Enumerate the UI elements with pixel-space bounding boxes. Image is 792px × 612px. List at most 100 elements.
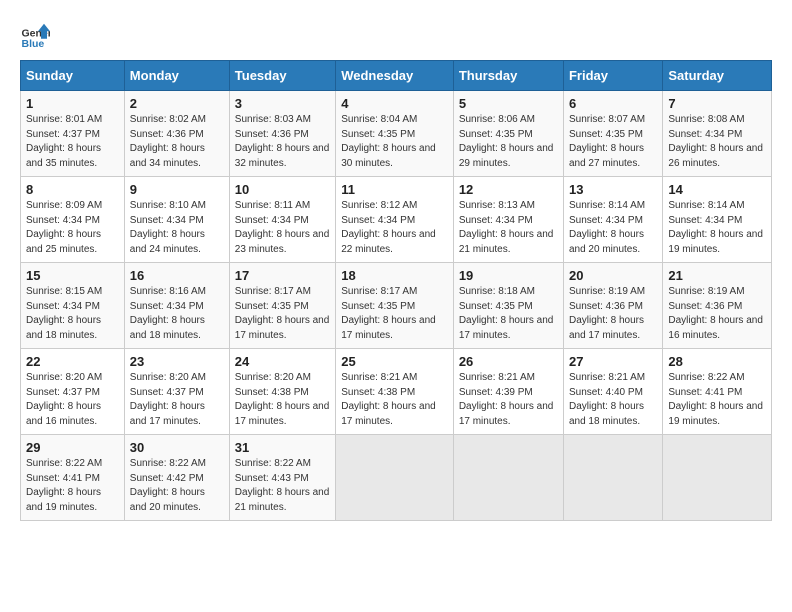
- calendar-cell: 11 Sunrise: 8:12 AMSunset: 4:34 PMDaylig…: [336, 177, 454, 263]
- day-number: 21: [668, 268, 766, 283]
- calendar-cell: 14 Sunrise: 8:14 AMSunset: 4:34 PMDaylig…: [663, 177, 772, 263]
- col-header-wednesday: Wednesday: [336, 61, 454, 91]
- day-number: 22: [26, 354, 119, 369]
- day-info: Sunrise: 8:22 AMSunset: 4:41 PMDaylight:…: [668, 372, 763, 427]
- calendar-cell: 26 Sunrise: 8:21 AMSunset: 4:39 PMDaylig…: [453, 349, 563, 435]
- day-number: 28: [668, 354, 766, 369]
- day-info: Sunrise: 8:15 AMSunset: 4:34 PMDaylight:…: [26, 286, 102, 341]
- day-number: 10: [235, 182, 330, 197]
- day-number: 3: [235, 96, 330, 111]
- calendar-cell: 3 Sunrise: 8:03 AMSunset: 4:36 PMDayligh…: [229, 91, 335, 177]
- day-number: 12: [459, 182, 558, 197]
- calendar-cell: 15 Sunrise: 8:15 AMSunset: 4:34 PMDaylig…: [21, 263, 125, 349]
- calendar-header-row: SundayMondayTuesdayWednesdayThursdayFrid…: [21, 61, 772, 91]
- day-info: Sunrise: 8:04 AMSunset: 4:35 PMDaylight:…: [341, 114, 436, 169]
- day-info: Sunrise: 8:16 AMSunset: 4:34 PMDaylight:…: [130, 286, 206, 341]
- calendar-cell: 2 Sunrise: 8:02 AMSunset: 4:36 PMDayligh…: [124, 91, 229, 177]
- day-info: Sunrise: 8:14 AMSunset: 4:34 PMDaylight:…: [668, 200, 763, 255]
- day-info: Sunrise: 8:03 AMSunset: 4:36 PMDaylight:…: [235, 114, 330, 169]
- day-info: Sunrise: 8:20 AMSunset: 4:38 PMDaylight:…: [235, 372, 330, 427]
- calendar-cell: 20 Sunrise: 8:19 AMSunset: 4:36 PMDaylig…: [563, 263, 662, 349]
- day-number: 20: [569, 268, 657, 283]
- day-number: 9: [130, 182, 224, 197]
- calendar-cell: [336, 435, 454, 521]
- calendar-cell: 30 Sunrise: 8:22 AMSunset: 4:42 PMDaylig…: [124, 435, 229, 521]
- day-number: 27: [569, 354, 657, 369]
- col-header-saturday: Saturday: [663, 61, 772, 91]
- calendar-cell: 24 Sunrise: 8:20 AMSunset: 4:38 PMDaylig…: [229, 349, 335, 435]
- calendar-cell: 10 Sunrise: 8:11 AMSunset: 4:34 PMDaylig…: [229, 177, 335, 263]
- day-number: 8: [26, 182, 119, 197]
- day-info: Sunrise: 8:22 AMSunset: 4:41 PMDaylight:…: [26, 458, 102, 513]
- calendar-cell: 22 Sunrise: 8:20 AMSunset: 4:37 PMDaylig…: [21, 349, 125, 435]
- calendar-week-5: 29 Sunrise: 8:22 AMSunset: 4:41 PMDaylig…: [21, 435, 772, 521]
- calendar-cell: 19 Sunrise: 8:18 AMSunset: 4:35 PMDaylig…: [453, 263, 563, 349]
- day-info: Sunrise: 8:17 AMSunset: 4:35 PMDaylight:…: [341, 286, 436, 341]
- day-info: Sunrise: 8:07 AMSunset: 4:35 PMDaylight:…: [569, 114, 645, 169]
- calendar-cell: [663, 435, 772, 521]
- calendar-cell: 9 Sunrise: 8:10 AMSunset: 4:34 PMDayligh…: [124, 177, 229, 263]
- day-number: 17: [235, 268, 330, 283]
- col-header-tuesday: Tuesday: [229, 61, 335, 91]
- calendar-week-1: 1 Sunrise: 8:01 AMSunset: 4:37 PMDayligh…: [21, 91, 772, 177]
- day-number: 2: [130, 96, 224, 111]
- day-number: 7: [668, 96, 766, 111]
- calendar-cell: 8 Sunrise: 8:09 AMSunset: 4:34 PMDayligh…: [21, 177, 125, 263]
- day-number: 26: [459, 354, 558, 369]
- day-info: Sunrise: 8:18 AMSunset: 4:35 PMDaylight:…: [459, 286, 554, 341]
- day-info: Sunrise: 8:21 AMSunset: 4:38 PMDaylight:…: [341, 372, 436, 427]
- day-number: 31: [235, 440, 330, 455]
- calendar-cell: 16 Sunrise: 8:16 AMSunset: 4:34 PMDaylig…: [124, 263, 229, 349]
- day-number: 4: [341, 96, 448, 111]
- calendar-cell: 31 Sunrise: 8:22 AMSunset: 4:43 PMDaylig…: [229, 435, 335, 521]
- day-info: Sunrise: 8:19 AMSunset: 4:36 PMDaylight:…: [569, 286, 645, 341]
- calendar-cell: 7 Sunrise: 8:08 AMSunset: 4:34 PMDayligh…: [663, 91, 772, 177]
- day-info: Sunrise: 8:20 AMSunset: 4:37 PMDaylight:…: [130, 372, 206, 427]
- calendar-cell: 29 Sunrise: 8:22 AMSunset: 4:41 PMDaylig…: [21, 435, 125, 521]
- day-number: 16: [130, 268, 224, 283]
- calendar-cell: 13 Sunrise: 8:14 AMSunset: 4:34 PMDaylig…: [563, 177, 662, 263]
- day-info: Sunrise: 8:14 AMSunset: 4:34 PMDaylight:…: [569, 200, 645, 255]
- calendar-table: SundayMondayTuesdayWednesdayThursdayFrid…: [20, 60, 772, 521]
- col-header-sunday: Sunday: [21, 61, 125, 91]
- calendar-cell: 5 Sunrise: 8:06 AMSunset: 4:35 PMDayligh…: [453, 91, 563, 177]
- day-number: 15: [26, 268, 119, 283]
- day-number: 30: [130, 440, 224, 455]
- calendar-cell: 28 Sunrise: 8:22 AMSunset: 4:41 PMDaylig…: [663, 349, 772, 435]
- day-info: Sunrise: 8:12 AMSunset: 4:34 PMDaylight:…: [341, 200, 436, 255]
- calendar-cell: 1 Sunrise: 8:01 AMSunset: 4:37 PMDayligh…: [21, 91, 125, 177]
- calendar-cell: 6 Sunrise: 8:07 AMSunset: 4:35 PMDayligh…: [563, 91, 662, 177]
- day-info: Sunrise: 8:10 AMSunset: 4:34 PMDaylight:…: [130, 200, 206, 255]
- day-number: 1: [26, 96, 119, 111]
- calendar-week-3: 15 Sunrise: 8:15 AMSunset: 4:34 PMDaylig…: [21, 263, 772, 349]
- day-info: Sunrise: 8:06 AMSunset: 4:35 PMDaylight:…: [459, 114, 554, 169]
- day-info: Sunrise: 8:08 AMSunset: 4:34 PMDaylight:…: [668, 114, 763, 169]
- logo-icon: General Blue: [20, 20, 50, 50]
- day-number: 18: [341, 268, 448, 283]
- day-info: Sunrise: 8:20 AMSunset: 4:37 PMDaylight:…: [26, 372, 102, 427]
- col-header-friday: Friday: [563, 61, 662, 91]
- calendar-cell: 4 Sunrise: 8:04 AMSunset: 4:35 PMDayligh…: [336, 91, 454, 177]
- day-info: Sunrise: 8:22 AMSunset: 4:42 PMDaylight:…: [130, 458, 206, 513]
- svg-text:Blue: Blue: [22, 38, 45, 50]
- calendar-week-4: 22 Sunrise: 8:20 AMSunset: 4:37 PMDaylig…: [21, 349, 772, 435]
- calendar-cell: 21 Sunrise: 8:19 AMSunset: 4:36 PMDaylig…: [663, 263, 772, 349]
- day-number: 6: [569, 96, 657, 111]
- day-info: Sunrise: 8:11 AMSunset: 4:34 PMDaylight:…: [235, 200, 330, 255]
- calendar-cell: 23 Sunrise: 8:20 AMSunset: 4:37 PMDaylig…: [124, 349, 229, 435]
- calendar-cell: 27 Sunrise: 8:21 AMSunset: 4:40 PMDaylig…: [563, 349, 662, 435]
- day-info: Sunrise: 8:17 AMSunset: 4:35 PMDaylight:…: [235, 286, 330, 341]
- day-info: Sunrise: 8:21 AMSunset: 4:40 PMDaylight:…: [569, 372, 645, 427]
- col-header-thursday: Thursday: [453, 61, 563, 91]
- calendar-cell: 12 Sunrise: 8:13 AMSunset: 4:34 PMDaylig…: [453, 177, 563, 263]
- day-number: 29: [26, 440, 119, 455]
- logo: General Blue: [20, 20, 50, 50]
- calendar-cell: 18 Sunrise: 8:17 AMSunset: 4:35 PMDaylig…: [336, 263, 454, 349]
- calendar-cell: [453, 435, 563, 521]
- day-number: 5: [459, 96, 558, 111]
- day-number: 13: [569, 182, 657, 197]
- day-info: Sunrise: 8:19 AMSunset: 4:36 PMDaylight:…: [668, 286, 763, 341]
- calendar-cell: [563, 435, 662, 521]
- page-header: General Blue: [20, 20, 772, 50]
- day-info: Sunrise: 8:02 AMSunset: 4:36 PMDaylight:…: [130, 114, 206, 169]
